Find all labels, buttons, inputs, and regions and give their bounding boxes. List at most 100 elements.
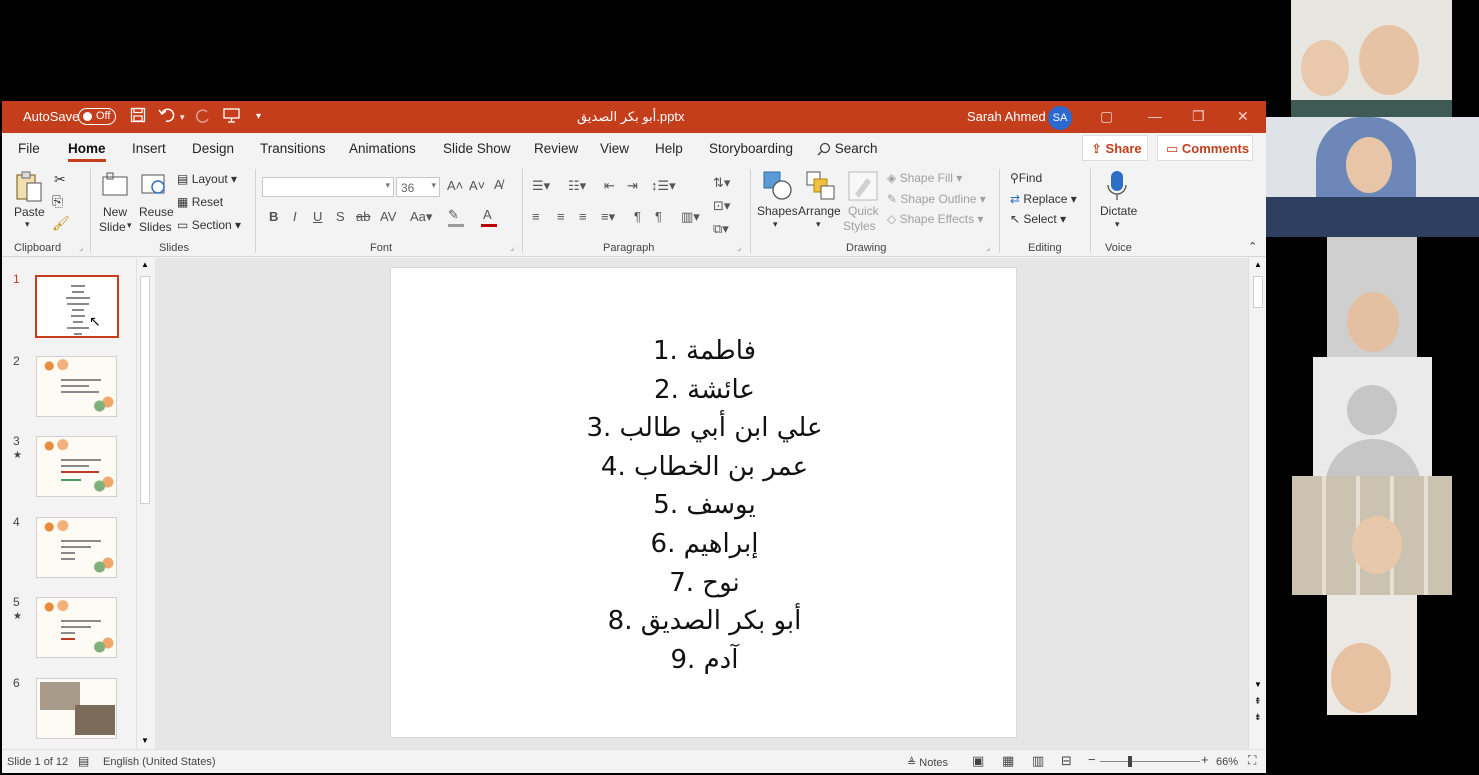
tab-review[interactable]: Review [534,141,578,156]
paste-icon[interactable] [14,171,44,202]
participant-video[interactable] [1291,0,1452,117]
save-icon[interactable] [130,107,146,127]
customize-toolbar-icon[interactable]: ▾ [256,111,261,122]
columns-icon[interactable]: ▥▾ [681,209,700,225]
highlight-icon[interactable]: ✎ [448,207,464,227]
line-spacing-icon[interactable]: ↕☰▾ [651,178,676,194]
strikethrough-icon[interactable]: ab [356,209,370,224]
microphone-icon[interactable] [1106,169,1136,200]
slide-thumbnail-6[interactable] [36,678,117,739]
font-size-dropdown-icon[interactable]: ▾ [431,180,436,191]
thumbnails-scrollbar[interactable]: ▲ ▼ [136,258,152,749]
tab-help[interactable]: Help [655,141,683,156]
slide-thumbnail-4[interactable] [36,517,117,578]
text-direction-icon[interactable]: ⇅▾ [713,175,730,191]
tab-design[interactable]: Design [192,141,234,156]
present-icon[interactable] [223,107,240,127]
slide-thumbnail-3[interactable] [36,436,117,497]
paste-label[interactable]: Paste [14,205,45,219]
new-slide-dropdown-icon[interactable]: ▾ [127,220,132,231]
shapes-dropdown-icon[interactable]: ▾ [773,219,778,230]
shadow-icon[interactable]: S [336,209,345,224]
tab-storyboarding[interactable]: Storyboarding [709,141,793,156]
collapse-ribbon-icon[interactable]: ⌃ [1248,240,1257,253]
share-button[interactable]: ⇪ Share [1082,135,1148,161]
tab-home[interactable]: Home [68,141,106,162]
grow-font-icon[interactable]: A˄ [447,178,463,193]
rtl-icon[interactable]: ¶ [634,209,641,224]
zoom-in-icon[interactable]: + [1201,752,1209,767]
zoom-slider[interactable] [1100,761,1200,762]
justify-icon[interactable]: ≡▾ [601,209,615,225]
character-spacing-icon[interactable]: AV [380,209,396,224]
paste-dropdown-icon[interactable]: ▾ [25,219,30,230]
quick-styles-label-2[interactable]: Styles [843,219,876,233]
participant-placeholder[interactable] [1313,357,1432,476]
dictate-label[interactable]: Dictate [1100,204,1137,218]
font-size-input[interactable]: 36 ▾ [396,177,440,197]
clipboard-launcher-icon[interactable]: ⌟ [79,242,83,253]
change-case-icon[interactable]: Aa▾ [410,209,432,225]
notes-button[interactable]: ≜ Notes [907,756,948,769]
slide-thumbnail-1[interactable]: ↖ [35,275,119,338]
font-launcher-icon[interactable]: ⌟ [510,242,514,253]
slide-thumbnail-2[interactable] [36,356,117,417]
tab-view[interactable]: View [600,141,629,156]
slide-canvas[interactable]: فاطمة .1 عائشة .2 علي ابن أبي طالب .3 عم… [390,267,1017,738]
replace-button[interactable]: ⇄ Replace ▾ [1010,192,1077,206]
arrange-label[interactable]: Arrange [798,204,841,218]
scroll-thumb[interactable] [140,276,150,504]
restore-icon[interactable]: ❐ [1192,108,1205,125]
slide-thumbnail-5[interactable] [36,597,117,658]
editor-scrollbar[interactable]: ▲ ▼ ⇞ ⇟ [1248,258,1266,749]
new-slide-label-2[interactable]: Slide [99,220,126,234]
copy-icon[interactable]: ⎘ [52,193,63,210]
quick-styles-icon[interactable] [847,170,878,201]
scroll-down-icon[interactable]: ▼ [1254,680,1262,689]
language[interactable]: English (United States) [103,756,216,768]
font-color-icon[interactable]: A [481,207,497,227]
decrease-indent-icon[interactable]: ⇤ [604,178,615,194]
undo-dropdown-icon[interactable]: ▾ [180,112,185,123]
close-icon[interactable]: ✕ [1237,108,1249,125]
italic-icon[interactable]: I [293,209,297,224]
user-name[interactable]: Sarah Ahmed [967,109,1046,124]
shrink-font-icon[interactable]: A˅ [469,178,485,193]
minimize-icon[interactable]: — [1148,108,1162,124]
find-button[interactable]: ⚲Find [1010,171,1042,185]
numbering-icon[interactable]: ☷▾ [568,178,586,194]
tab-transitions[interactable]: Transitions [260,141,326,156]
scroll-thumb[interactable] [1253,276,1263,308]
avatar[interactable]: SA [1048,106,1072,130]
reuse-slides-icon[interactable] [140,171,170,201]
select-button[interactable]: ↖ Select ▾ [1010,212,1066,226]
quick-styles-label[interactable]: Quick [848,204,879,218]
shapes-label[interactable]: Shapes [757,204,798,218]
comments-button[interactable]: ▭ Comments [1157,135,1253,161]
fit-to-window-icon[interactable]: ⛶ [1248,753,1256,768]
reuse-slides-label-2[interactable]: Slides [139,220,172,234]
dictate-dropdown-icon[interactable]: ▾ [1115,219,1120,230]
participant-video[interactable] [1292,476,1452,595]
increase-indent-icon[interactable]: ⇥ [627,178,638,194]
shape-effects-button[interactable]: ◇ Shape Effects ▾ [887,212,983,226]
shape-outline-button[interactable]: ✎ Shape Outline ▾ [887,192,986,206]
autosave-toggle[interactable]: Off [78,108,116,125]
arrange-dropdown-icon[interactable]: ▾ [816,219,821,230]
center-icon[interactable]: ≡ [557,209,565,224]
scroll-up-icon[interactable]: ▲ [1254,260,1262,269]
layout-button[interactable]: ▤ Layout ▾ [177,172,237,186]
tab-animations[interactable]: Animations [349,141,416,156]
bold-icon[interactable]: B [269,209,278,224]
cut-icon[interactable]: ✂ [54,171,66,188]
shapes-icon[interactable] [762,170,792,200]
tab-insert[interactable]: Insert [132,141,166,156]
tab-file[interactable]: File [18,141,40,156]
undo-icon[interactable] [158,107,176,127]
bullets-icon[interactable]: ☰▾ [532,178,550,194]
arrange-icon[interactable] [805,170,835,200]
align-right-icon[interactable]: ≡ [579,209,587,224]
redo-icon[interactable] [195,107,211,127]
scroll-up-icon[interactable]: ▲ [141,260,149,269]
next-slide-icon[interactable]: ⇟ [1254,712,1262,723]
